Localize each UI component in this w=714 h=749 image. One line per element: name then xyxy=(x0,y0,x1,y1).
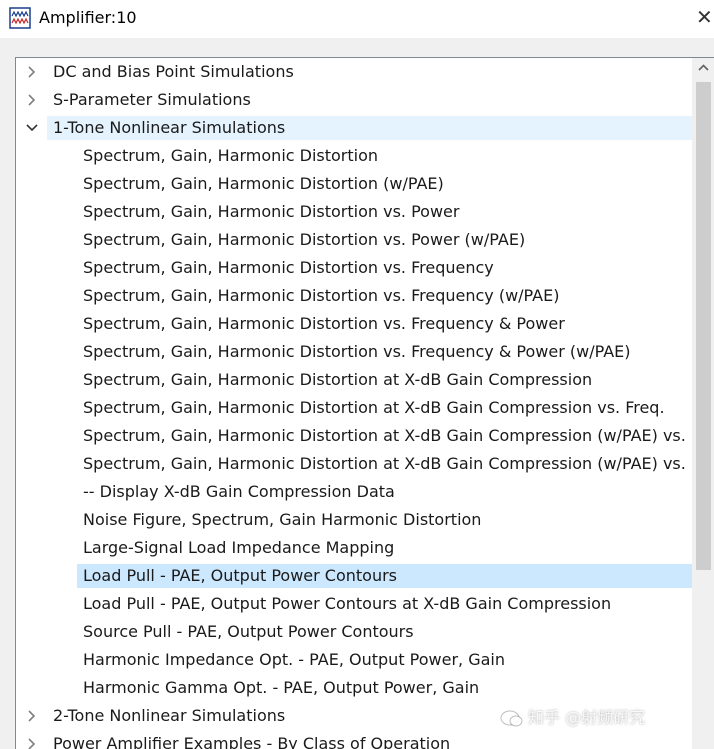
tree-item-label: Load Pull - PAE, Output Power Contours a… xyxy=(83,594,612,613)
tree-item-label: Spectrum, Gain, Harmonic Distortion vs. … xyxy=(83,314,565,333)
tree-item-label: Spectrum, Gain, Harmonic Distortion vs. … xyxy=(83,202,460,221)
tree-child-item[interactable]: Spectrum, Gain, Harmonic Distortion vs. … xyxy=(16,340,692,364)
watermark: 知乎 @射频研究 xyxy=(500,708,700,730)
scroll-thumb[interactable] xyxy=(696,82,711,570)
tree-category-1[interactable]: S-Parameter Simulations xyxy=(16,88,692,112)
tree-category-2[interactable]: 1-Tone Nonlinear Simulations xyxy=(16,116,692,140)
tree-category-0[interactable]: DC and Bias Point Simulations xyxy=(16,60,692,84)
tree-item-label: Harmonic Gamma Opt. - PAE, Output Power,… xyxy=(83,678,480,697)
tree-child-item[interactable]: Spectrum, Gain, Harmonic Distortion vs. … xyxy=(16,200,692,224)
tree-item-label: Noise Figure, Spectrum, Gain Harmonic Di… xyxy=(83,510,482,529)
chevron-down-icon[interactable] xyxy=(25,121,39,135)
tree-item-label: 2-Tone Nonlinear Simulations xyxy=(53,706,286,725)
tree-child-item[interactable]: Spectrum, Gain, Harmonic Distortion at X… xyxy=(16,368,692,392)
chat-bubble-icon xyxy=(500,710,523,727)
tree-child-item[interactable]: Noise Figure, Spectrum, Gain Harmonic Di… xyxy=(16,508,692,532)
vertical-scrollbar[interactable] xyxy=(692,58,714,749)
tree-item-label: Source Pull - PAE, Output Power Contours xyxy=(83,622,414,641)
tree-item-label: DC and Bias Point Simulations xyxy=(53,62,294,81)
tree-child-item[interactable]: Spectrum, Gain, Harmonic Distortion (w/P… xyxy=(16,172,692,196)
tree-item-label: S-Parameter Simulations xyxy=(53,90,251,109)
amplifier-app-icon xyxy=(9,7,31,29)
tree-item-label: Spectrum, Gain, Harmonic Distortion vs. … xyxy=(83,258,494,277)
title-bar: Amplifier:10 ✕ xyxy=(0,0,714,38)
tree-item-label: Spectrum, Gain, Harmonic Distortion vs. … xyxy=(83,342,631,361)
tree-item-label: Spectrum, Gain, Harmonic Distortion at X… xyxy=(83,454,702,473)
tree-item-label: Large-Signal Load Impedance Mapping xyxy=(83,538,395,557)
tree-item-label: Harmonic Impedance Opt. - PAE, Output Po… xyxy=(83,650,506,669)
tree-child-item[interactable]: Spectrum, Gain, Harmonic Distortion vs. … xyxy=(16,228,692,252)
tree-child-item[interactable]: Harmonic Gamma Opt. - PAE, Output Power,… xyxy=(16,676,692,700)
tree-child-item[interactable]: Spectrum, Gain, Harmonic Distortion xyxy=(16,144,692,168)
tree-item-label: Spectrum, Gain, Harmonic Distortion vs. … xyxy=(83,230,526,249)
tree-child-item[interactable]: Load Pull - PAE, Output Power Contours xyxy=(16,564,692,588)
tree-child-item[interactable]: Spectrum, Gain, Harmonic Distortion vs. … xyxy=(16,312,692,336)
tree-item-label: Spectrum, Gain, Harmonic Distortion vs. … xyxy=(83,286,560,305)
close-icon[interactable]: ✕ xyxy=(696,6,714,30)
tree-child-item[interactable]: Large-Signal Load Impedance Mapping xyxy=(16,536,692,560)
simulation-tree: DC and Bias Point Simulations S-Parameter… xyxy=(15,57,714,749)
tree-child-item[interactable]: Spectrum, Gain, Harmonic Distortion at X… xyxy=(16,424,701,448)
tree-item-label: Spectrum, Gain, Harmonic Distortion at X… xyxy=(83,398,665,417)
tree-child-item[interactable]: -- Display X-dB Gain Compression Data xyxy=(16,480,692,504)
tree-child-item[interactable]: Harmonic Impedance Opt. - PAE, Output Po… xyxy=(16,648,692,672)
tree-item-label: Spectrum, Gain, Harmonic Distortion at X… xyxy=(83,370,593,389)
tree-item-label: Spectrum, Gain, Harmonic Distortion at X… xyxy=(83,426,702,445)
tree-child-item[interactable]: Spectrum, Gain, Harmonic Distortion vs. … xyxy=(16,256,692,280)
chevron-right-icon[interactable] xyxy=(25,709,39,723)
chevron-right-icon[interactable] xyxy=(25,737,39,749)
dialog-window: Amplifier:10 ✕ DC and Bias Point Simulat… xyxy=(0,0,714,749)
tree-item-label: -- Display X-dB Gain Compression Data xyxy=(83,482,395,501)
tree-item-label: Power Amplifier Examples - By Class of O… xyxy=(53,734,451,749)
window-title: Amplifier:10 xyxy=(39,8,137,27)
scroll-up-arrow-icon[interactable] xyxy=(692,58,714,78)
watermark-text: 知乎 @射频研究 xyxy=(528,708,646,727)
tree-child-item[interactable]: Source Pull - PAE, Output Power Contours xyxy=(16,620,692,644)
tree-item-label: Spectrum, Gain, Harmonic Distortion (w/P… xyxy=(83,174,444,193)
tree-item-label: 1-Tone Nonlinear Simulations xyxy=(53,118,286,137)
tree-item-label: Load Pull - PAE, Output Power Contours xyxy=(83,566,398,585)
tree-child-item[interactable]: Spectrum, Gain, Harmonic Distortion at X… xyxy=(16,452,701,476)
tree-category-trailing-1[interactable]: Power Amplifier Examples - By Class of O… xyxy=(16,732,692,749)
tree-item-label: Spectrum, Gain, Harmonic Distortion xyxy=(83,146,379,165)
chevron-right-icon[interactable] xyxy=(25,65,39,79)
chevron-right-icon[interactable] xyxy=(25,93,39,107)
tree-child-item[interactable]: Load Pull - PAE, Output Power Contours a… xyxy=(16,592,692,616)
tree-child-item[interactable]: Spectrum, Gain, Harmonic Distortion at X… xyxy=(16,396,692,420)
tree-child-item[interactable]: Spectrum, Gain, Harmonic Distortion vs. … xyxy=(16,284,692,308)
